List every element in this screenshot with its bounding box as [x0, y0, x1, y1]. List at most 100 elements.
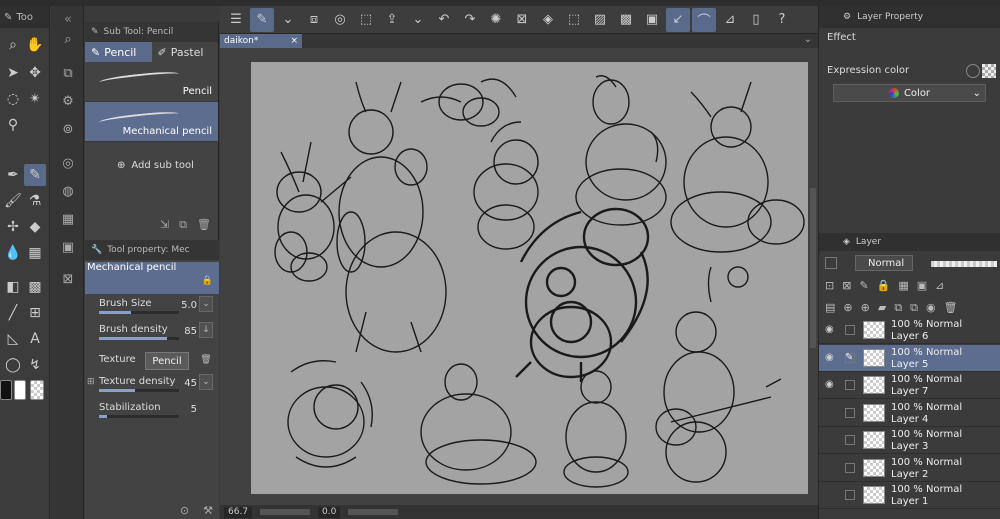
pen-tool-icon[interactable]: ✒	[2, 164, 24, 186]
frame-border-icon[interactable]: ⊞	[24, 302, 46, 324]
texture-select-button[interactable]: Pencil	[145, 352, 189, 370]
layer-row[interactable]: ◉ ✎ 100 % Normal Layer 5	[819, 344, 1000, 372]
move-tool-icon[interactable]: ✥	[24, 62, 46, 84]
zoom-field[interactable]: 66.7	[224, 506, 253, 518]
text-tool-icon[interactable]: A	[24, 328, 46, 350]
new-folder-icon[interactable]: ▰	[878, 301, 886, 315]
help-icon[interactable]: ?	[770, 8, 794, 32]
duplicate-icon[interactable]: ⧉	[179, 218, 187, 232]
layer-select-checkbox[interactable]	[845, 490, 855, 500]
vertical-scrollbar[interactable]	[810, 188, 816, 348]
opacity-slider[interactable]	[931, 261, 997, 267]
draft-icon[interactable]: ✎	[859, 279, 868, 292]
layer-select-checkbox[interactable]	[845, 325, 855, 335]
snap-special-ruler-icon[interactable]: ⌒	[692, 7, 716, 32]
layer-effect-icon[interactable]: ⧉	[57, 62, 79, 84]
navigator-icon[interactable]: ◎	[57, 152, 79, 174]
lasso-tool-icon[interactable]: ◌	[2, 88, 24, 110]
ruler-tool-icon[interactable]: ◺	[2, 328, 24, 350]
menu-icon[interactable]: ☰	[224, 8, 248, 32]
tone-effect-icon[interactable]	[982, 64, 996, 78]
operation-tool-icon[interactable]: ➤	[2, 62, 24, 84]
lock-transparency-icon[interactable]: ▦	[898, 279, 908, 292]
snap-ruler-icon[interactable]: ↙	[666, 7, 690, 32]
drawing-canvas[interactable]	[251, 62, 808, 494]
delete-layer-icon[interactable]: 🗑	[944, 301, 958, 315]
main-color-swatch[interactable]	[0, 380, 12, 400]
clip-icon[interactable]: ⊡	[825, 279, 834, 292]
layer-row[interactable]: ◉ 100 % Normal Layer 6	[819, 317, 1000, 344]
zoom-tool-icon[interactable]: ⌕	[2, 34, 24, 56]
chevron-down-icon[interactable]: ⌄	[199, 374, 213, 390]
blend-tool-icon[interactable]: 💧	[2, 242, 24, 264]
layer-row[interactable]: ◉ 100 % Normal Layer 7	[819, 372, 1000, 399]
blend-mode-select[interactable]: Normal	[855, 255, 913, 271]
layer-row[interactable]: 100 % Normal Layer 4	[819, 400, 1000, 427]
close-icon[interactable]: ×	[290, 36, 298, 46]
eyedropper-icon[interactable]: ⚲	[2, 114, 24, 136]
chevron-down-icon[interactable]: ⌄	[199, 296, 213, 312]
brush-density-slider[interactable]	[99, 337, 179, 340]
merge-layer-icon[interactable]: ⧉	[910, 301, 918, 315]
eraser-tool-icon[interactable]: ◆	[24, 216, 46, 238]
stabilization-slider[interactable]	[99, 415, 179, 418]
deselect-icon[interactable]: ▨	[588, 8, 612, 32]
redo-icon[interactable]: ↷	[458, 8, 482, 32]
save-icon[interactable]: ⧈	[302, 8, 326, 32]
expression-color-select[interactable]: Color ⌄	[833, 84, 986, 102]
mask-icon[interactable]: ▣	[917, 279, 927, 292]
texture-density-value[interactable]: 45	[184, 378, 197, 389]
layer-select-checkbox[interactable]	[845, 380, 855, 390]
lock-icon[interactable]: 🔒	[202, 276, 213, 286]
lock-icon[interactable]: 🔒	[877, 279, 891, 292]
import-icon[interactable]: ⇲	[160, 218, 169, 232]
figure-tool-icon[interactable]: ╱	[2, 302, 24, 324]
brush-item-pencil[interactable]: Pencil	[85, 62, 218, 102]
transform-icon[interactable]: ⬚	[562, 8, 586, 32]
transparent-color-swatch[interactable]	[30, 380, 44, 400]
layer-color-button[interactable]	[825, 257, 837, 269]
layer-row[interactable]: 100 % Normal Layer 3	[819, 427, 1000, 454]
layer-row[interactable]: 100 % Normal Layer 1	[819, 482, 1000, 509]
loading-icon[interactable]: ✺	[484, 8, 508, 32]
clear-icon[interactable]: ⊠	[510, 8, 534, 32]
layer-settings-icon[interactable]: ⚙	[57, 90, 79, 112]
new-canvas-icon[interactable]: ✎	[250, 7, 274, 32]
mask-layer-icon[interactable]: ◉	[926, 301, 936, 315]
history-icon[interactable]: ▣	[57, 236, 79, 258]
invert-selection-icon[interactable]: ▩	[614, 8, 638, 32]
add-sub-tool-button[interactable]: ⊕ Add sub tool	[117, 160, 218, 171]
brush-size-slider[interactable]	[99, 311, 179, 314]
grid-icon[interactable]: ▦	[57, 208, 79, 230]
texture-density-slider[interactable]	[99, 389, 179, 392]
collapse-arrows-icon[interactable]: «	[57, 8, 79, 30]
balloon-tool-icon[interactable]: ◯	[2, 354, 24, 376]
ruler-icon[interactable]: ⊿	[935, 279, 944, 292]
rotation-slider[interactable]	[348, 509, 399, 515]
selection-fill-icon[interactable]: ▣	[640, 8, 664, 32]
trash-icon[interactable]: 🗑	[197, 218, 211, 232]
rotation-field[interactable]: 0.0	[318, 506, 341, 518]
zoom-slider[interactable]	[260, 509, 311, 515]
new-vector-layer-icon[interactable]: ⊕	[861, 301, 870, 315]
layer-select-checkbox[interactable]	[845, 407, 855, 418]
layer-row[interactable]: 100 % Normal Layer 2	[819, 455, 1000, 482]
chevron-down-icon[interactable]: ⌄	[276, 8, 300, 32]
layer-select-checkbox[interactable]	[845, 462, 855, 473]
export-icon[interactable]: ⬚	[354, 8, 378, 32]
wrench-icon[interactable]: ⚒	[203, 504, 213, 517]
frame-tool-icon[interactable]: ▩	[24, 276, 46, 298]
upload-icon[interactable]: ⇪	[380, 8, 404, 32]
search-icon[interactable]: ⌕	[57, 28, 79, 50]
undo-icon[interactable]: ↶	[432, 8, 456, 32]
gradient-tool-icon[interactable]: ◧	[2, 276, 24, 298]
eye-icon[interactable]: ◉	[825, 352, 834, 363]
border-effect-icon[interactable]	[966, 64, 980, 78]
tab-pastel[interactable]: ✐ Pastel	[152, 42, 219, 62]
color-drop-icon[interactable]: ◍	[57, 180, 79, 202]
hand-tool-icon[interactable]: ✋	[24, 34, 46, 56]
reference-icon[interactable]: ⊠	[842, 279, 851, 292]
tab-pencil[interactable]: ✎ Pencil	[85, 42, 152, 62]
trash-icon[interactable]: 🗑	[199, 352, 213, 368]
share-icon[interactable]: ◎	[328, 8, 352, 32]
